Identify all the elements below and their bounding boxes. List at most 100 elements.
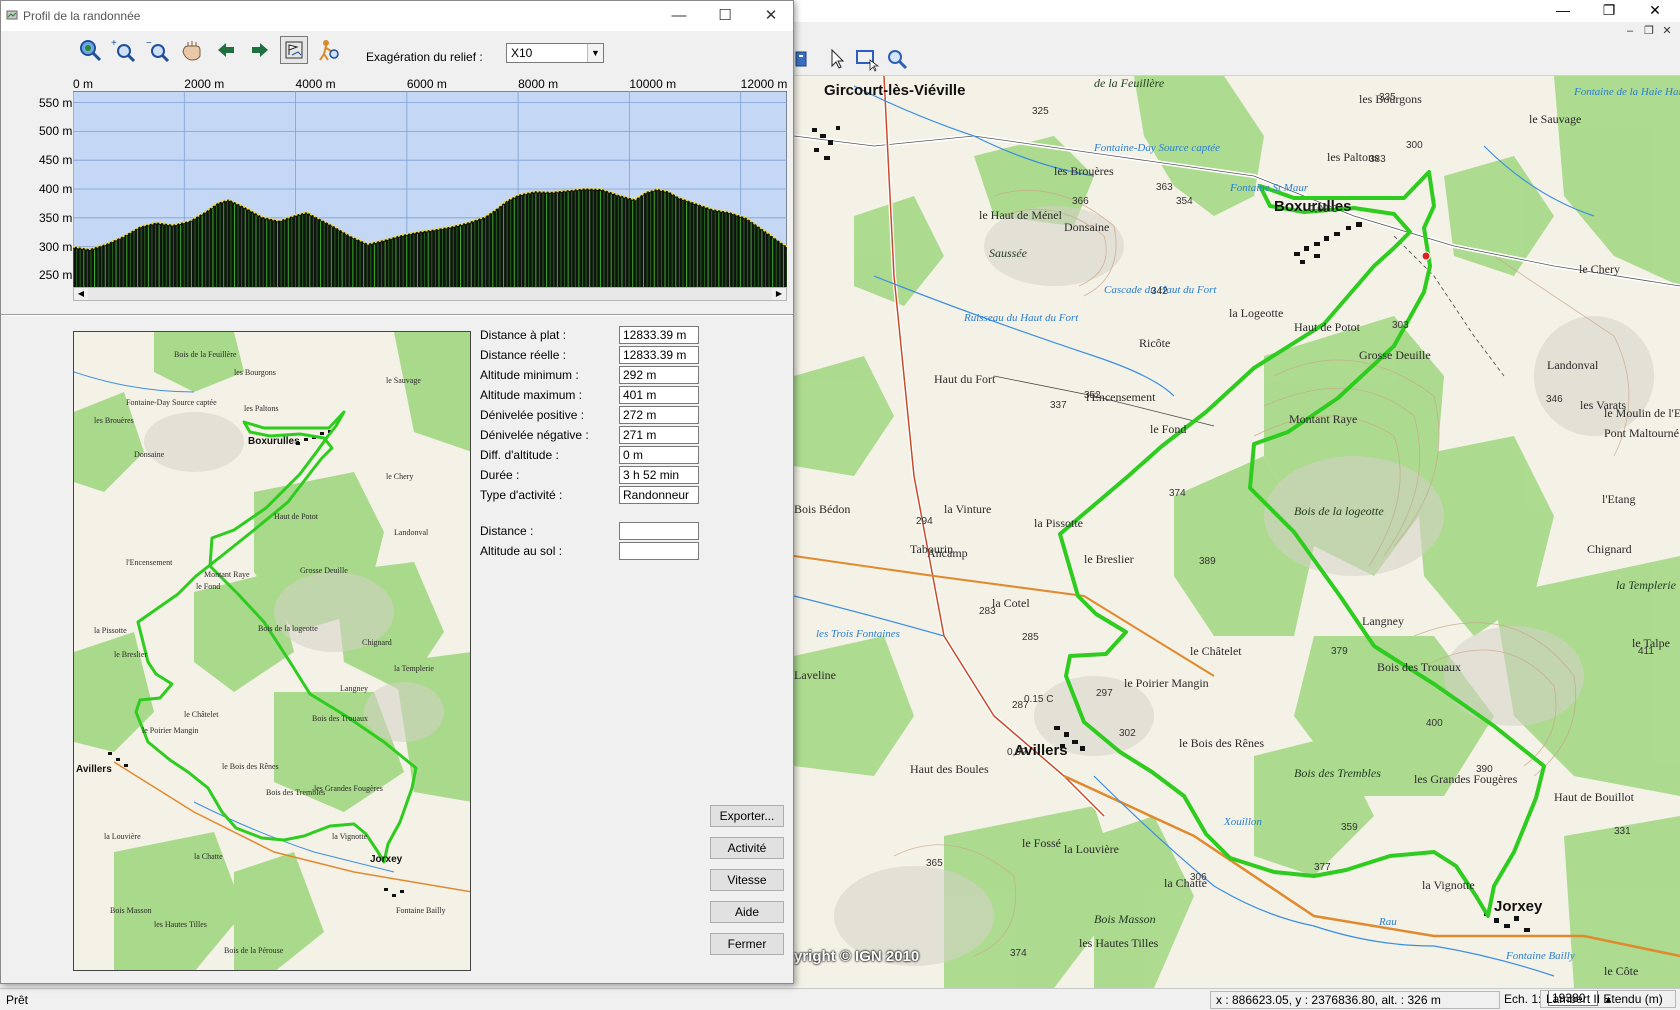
close-button[interactable]: Fermer: [710, 933, 784, 955]
x-tick-label: 12000 m: [740, 77, 788, 91]
map-label: 294: [916, 516, 933, 527]
exaggeration-value: X10: [511, 46, 533, 60]
map-label: la Logeotte: [1229, 306, 1284, 320]
x-tick-label: 0 m: [73, 77, 94, 91]
stat-label: Type d'activité :: [480, 488, 563, 502]
map-label: 389: [1199, 556, 1216, 567]
help-button[interactable]: Aide: [710, 901, 784, 923]
status-projection: Lambert II Etendu (m): [1540, 990, 1676, 1008]
mdi-restore-button[interactable]: ❐: [1642, 24, 1656, 38]
overview-map-label: Chignard: [362, 638, 392, 647]
pointer-icon[interactable]: [824, 46, 850, 72]
overview-map-label: la Vignotte: [332, 832, 368, 841]
mdi-minimize-button[interactable]: –: [1623, 24, 1637, 38]
topographic-map[interactable]: Gircourt-lès-Viéville de la Feuillère les …: [794, 76, 1680, 988]
x-tick-label: 4000 m: [295, 77, 336, 91]
map-label: 335: [1379, 92, 1396, 103]
scroll-left-icon[interactable]: ◀: [74, 288, 88, 300]
profile-scrollbar[interactable]: ◀ ▶: [73, 287, 787, 301]
map-label: 0,09 C: [1309, 204, 1339, 215]
overview-map-label: Landonval: [394, 528, 429, 537]
x-tick-label: 8000 m: [518, 77, 559, 91]
overview-map-label: le Sauvage: [386, 376, 421, 385]
overview-map-label: l'Encensement: [126, 558, 173, 567]
main-minimize-button[interactable]: —: [1541, 0, 1585, 22]
exaggeration-select[interactable]: X10 ▼: [506, 43, 604, 63]
dialog-close-button[interactable]: ✕: [749, 5, 793, 27]
map-canvas[interactable]: [794, 76, 1680, 988]
select-rect-icon[interactable]: [854, 46, 880, 72]
dialog-minimize-button[interactable]: —: [657, 5, 701, 27]
map-label: Chignard: [1587, 542, 1632, 556]
map-label: 303: [1392, 320, 1409, 331]
overview-map-label: Haut de Potot: [274, 512, 318, 521]
track-overview-map[interactable]: Bois de la Feuillère les Bourgons le Sauva…: [73, 331, 471, 971]
arrow-right-icon[interactable]: [246, 36, 274, 64]
stat-value-field: 12833.39 m: [619, 346, 699, 364]
map-label: le Chery: [1579, 262, 1620, 276]
map-label: Laveline: [794, 668, 836, 682]
map-label: 285: [1022, 632, 1039, 643]
map-label: la Cotel: [992, 596, 1030, 610]
overview-map-label: le Breslier: [114, 650, 148, 659]
arrow-left-icon[interactable]: [212, 36, 240, 64]
map-label: le Breslier: [1084, 552, 1134, 566]
export-button[interactable]: Exporter...: [710, 805, 784, 827]
dialog-maximize-button[interactable]: ☐: [703, 5, 747, 27]
overview-map-label: Langney: [340, 684, 368, 693]
overview-map-label: Bois de la Feuillère: [174, 350, 237, 359]
dialog-titlebar[interactable]: Profil de la randonnée — ☐ ✕: [1, 1, 793, 31]
y-tick-label: 500 m: [39, 124, 73, 139]
map-label: 283: [979, 606, 996, 617]
map-label: 411: [1638, 646, 1654, 657]
elevation-profile-chart[interactable]: [73, 91, 787, 287]
map-label: les Grandes Fougères: [1414, 772, 1518, 786]
pan-hand-icon[interactable]: [178, 36, 206, 64]
map-label: Haut de Potot: [1294, 320, 1360, 334]
map-label: les Trois Fontaines: [816, 628, 900, 640]
overview-map-label: les Brouères: [94, 416, 134, 425]
y-tick-label: 250 m: [39, 268, 73, 283]
map-label: 331: [1614, 826, 1631, 837]
profile-flag-icon[interactable]: [280, 36, 308, 64]
map-label: 374: [1010, 948, 1027, 959]
map-label: Xouillon: [1224, 816, 1262, 828]
stat-label: Dénivelée négative :: [480, 428, 589, 442]
zoom-out-icon[interactable]: −: [144, 36, 172, 64]
stat-label: Dénivelée positive :: [480, 408, 585, 422]
zoom-extent-icon[interactable]: [76, 36, 104, 64]
scroll-right-icon[interactable]: ▶: [772, 288, 786, 300]
map-label: les Hautes Tilles: [1079, 936, 1159, 950]
zoom-icon[interactable]: [884, 46, 910, 72]
map-label: Ancamp: [927, 546, 968, 560]
stat-label: Altitude maximum :: [480, 388, 583, 402]
activity-button[interactable]: Activité: [710, 837, 784, 859]
overview-map-label: Avillers: [76, 764, 112, 775]
y-tick-label: 450 m: [39, 153, 73, 168]
map-label: 377: [1314, 862, 1331, 873]
map-label: 287: [1012, 700, 1029, 711]
stat-label: Altitude minimum :: [480, 368, 579, 382]
main-restore-button[interactable]: ❐: [1587, 0, 1631, 22]
mdi-close-button[interactable]: ✕: [1660, 24, 1674, 38]
speed-button[interactable]: Vitesse: [710, 869, 784, 891]
map-label: 325: [1032, 106, 1049, 117]
profile-dialog: Profil de la randonnée — ☐ ✕ + − Exagéra…: [0, 0, 794, 984]
map-label: le Sauvage: [1529, 112, 1582, 126]
zoom-in-icon[interactable]: +: [110, 36, 138, 64]
map-copyright: yright © IGN 2010: [794, 948, 920, 965]
map-label: Grosse Deuille: [1359, 348, 1431, 362]
stat-value-field: 12833.39 m: [619, 326, 699, 344]
map-label: la Vinture: [944, 502, 992, 516]
map-label: le Bois des Rênes: [1179, 736, 1264, 750]
hiker-search-icon[interactable]: [314, 36, 342, 64]
map-label: 379: [1331, 646, 1348, 657]
main-close-button[interactable]: ✕: [1633, 0, 1677, 22]
x-tick-label: 6000 m: [406, 77, 447, 91]
chevron-down-icon[interactable]: ▼: [587, 44, 603, 62]
map-label: de la Feuillère: [1094, 76, 1165, 90]
overview-map-label: le Fond: [196, 582, 221, 591]
layers-icon[interactable]: [794, 46, 820, 72]
stat-value-field: 3 h 52 min: [619, 466, 699, 484]
overview-map-label: Bois Masson: [110, 906, 152, 915]
